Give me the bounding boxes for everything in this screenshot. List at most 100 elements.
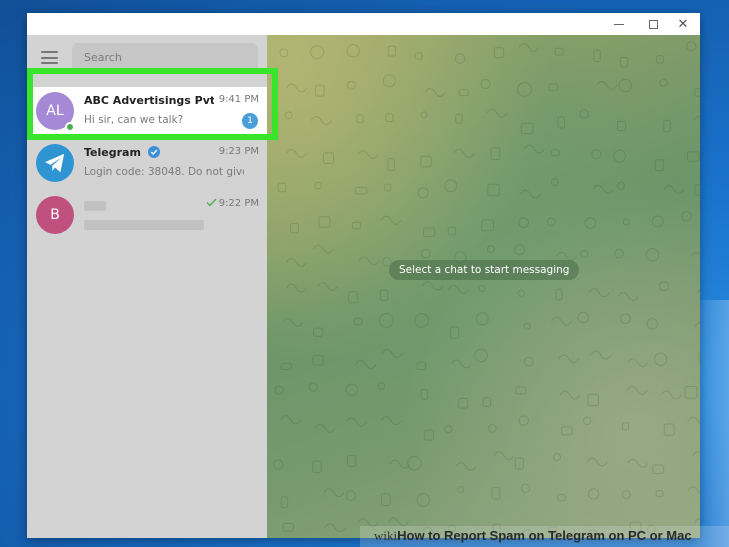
background-doodle: [586, 457, 608, 467]
background-doodle: [550, 149, 560, 157]
background-doodle: [423, 429, 435, 441]
maximize-icon: [648, 19, 658, 29]
background-doodle: [627, 458, 649, 468]
background-doodle: [388, 517, 409, 527]
unread-count-badge: 1: [242, 113, 258, 129]
chat-time-row: 9:22 PM: [206, 198, 259, 209]
search-input[interactable]: [72, 43, 258, 71]
background-doodle: [414, 52, 423, 60]
background-doodle: [378, 312, 394, 328]
background-doodle: [654, 159, 665, 172]
blurred-chat-name: [84, 201, 106, 211]
chat-name: Telegram: [84, 146, 141, 159]
background-doodle: [590, 350, 612, 360]
background-doodle: [546, 217, 556, 227]
background-doodle: [272, 459, 284, 470]
background-doodle: [557, 494, 566, 502]
background-doodle: [286, 148, 307, 158]
background-doodle: [387, 158, 395, 171]
background-doodle: [345, 490, 357, 501]
background-doodle: [481, 219, 495, 232]
background-doodle: [282, 317, 304, 327]
background-doodle: [621, 490, 631, 500]
background-doodle: [523, 356, 534, 367]
background-doodle: [454, 53, 466, 64]
background-doodle: [558, 354, 580, 364]
background-doodle: [584, 217, 597, 229]
background-doodle: [686, 41, 697, 52]
background-doodle: [653, 352, 668, 366]
background-doodle: [519, 189, 541, 199]
background-doodle: [457, 485, 465, 494]
background-doodle: [646, 318, 659, 330]
background-doodle: [444, 425, 453, 434]
minimize-button[interactable]: [606, 16, 632, 32]
background-doodle: [474, 348, 488, 363]
background-doodle: [448, 284, 469, 294]
background-doodle: [416, 361, 426, 371]
background-doodle: [407, 456, 422, 471]
background-doodle: [310, 45, 325, 60]
background-doodle: [274, 385, 284, 395]
background-doodle: [285, 283, 307, 293]
background-doodle: [694, 322, 700, 327]
background-doodle: [577, 311, 589, 324]
chat-item-abc-advertisings[interactable]: AL ABC Advertisings Pvt. L... 9:41 PM Hi…: [27, 87, 267, 139]
background-doodle: [458, 397, 469, 409]
background-doodle: [422, 281, 444, 291]
background-doodle: [480, 78, 491, 90]
background-doodle: [656, 55, 664, 64]
background-doodle: [518, 217, 529, 228]
background-doodle: [475, 312, 489, 326]
chat-item-telegram[interactable]: Telegram 9:23 PM Login code: 38048. Do n…: [27, 139, 267, 191]
background-doodle: [687, 416, 700, 425]
background-doodle: [517, 289, 525, 297]
background-doodle: [315, 84, 325, 97]
background-doodle: [346, 44, 360, 58]
background-doodle: [614, 248, 624, 259]
background-doodle: [579, 109, 589, 119]
background-doodle: [645, 248, 660, 262]
background-doodle: [493, 47, 505, 59]
background-doodle: [312, 244, 334, 254]
background-doodle: [379, 289, 389, 302]
background-doodle: [493, 451, 515, 461]
chat-item-b[interactable]: B 9:22 PM: [27, 191, 267, 243]
chat-list-sidebar: AL ABC Advertisings Pvt. L... 9:41 PM Hi…: [27, 35, 267, 538]
background-doodle: [414, 313, 430, 328]
background-doodle: [280, 415, 302, 425]
background-doodle: [385, 113, 394, 123]
empty-state-message: Select a chat to start messaging: [389, 260, 580, 280]
background-doodle: [380, 215, 402, 225]
background-doodle: [592, 184, 614, 194]
background-doodle: [478, 285, 486, 293]
background-doodle: [382, 74, 396, 88]
background-doodle: [284, 111, 293, 120]
chat-time: 9:41 PM: [218, 94, 259, 105]
maximize-button[interactable]: [640, 16, 666, 32]
background-doodle: [555, 288, 563, 301]
close-button[interactable]: ✕: [670, 16, 696, 32]
background-doodle: [694, 184, 700, 196]
background-doodle: [490, 147, 501, 161]
chat-name-row: Telegram: [84, 146, 214, 159]
background-doodle: [658, 281, 670, 292]
background-doodle: [622, 218, 630, 226]
title-bar: ✕: [27, 13, 700, 35]
chat-background-pattern: [272, 41, 700, 538]
hamburger-menu-icon[interactable]: [41, 51, 58, 64]
background-doodle: [310, 116, 332, 126]
sidebar-header: [27, 35, 267, 77]
background-doodle: [663, 119, 671, 133]
background-doodle: [588, 488, 600, 500]
background-doodle: [308, 382, 318, 392]
background-doodle: [520, 122, 534, 135]
chat-preview: Hi sir, can we talk?: [84, 114, 184, 126]
background-doodle: [322, 152, 335, 165]
background-doodle: [616, 120, 627, 132]
chat-time: 9:23 PM: [218, 146, 259, 157]
chat-name: ABC Advertisings Pvt. L...: [84, 94, 214, 107]
background-doodle: [323, 488, 345, 498]
background-doodle: [482, 397, 492, 408]
background-doodle: [587, 393, 599, 407]
